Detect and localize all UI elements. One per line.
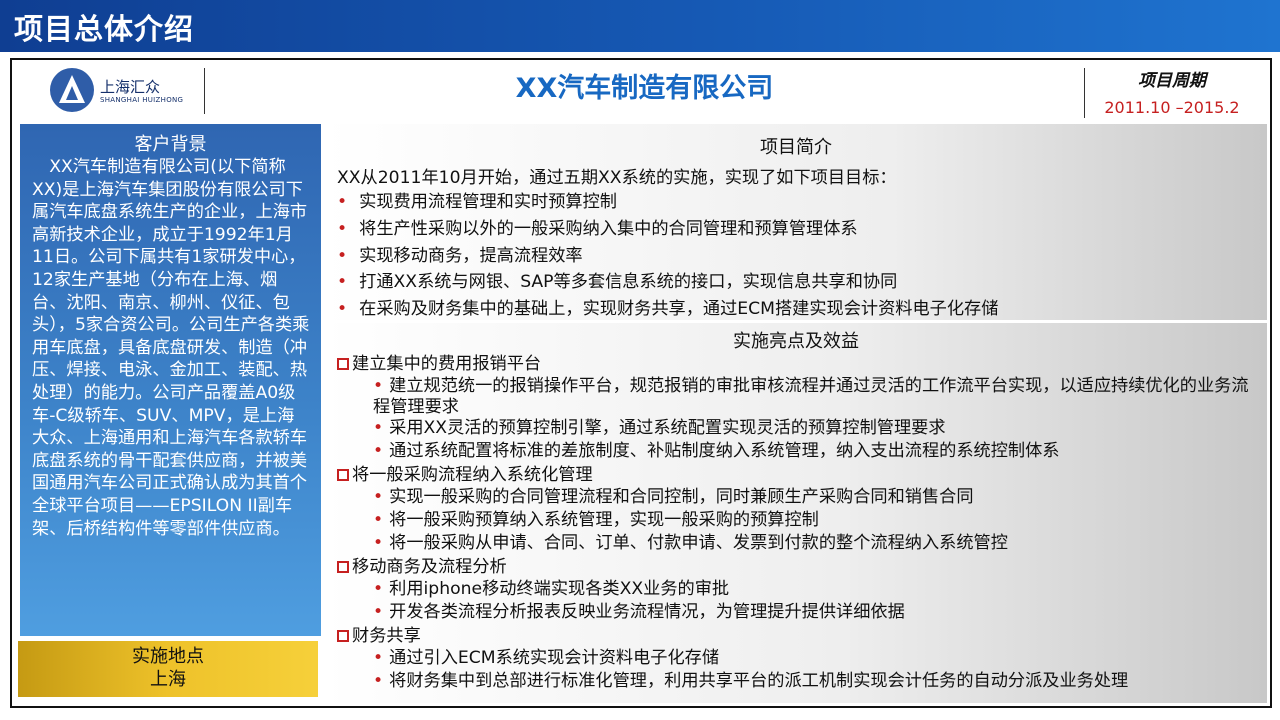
customer-background-panel: 客户背景 XX汽车制造有限公司(以下简称XX)是上海汽车集团股份有限公司下属汽车…: [20, 124, 321, 636]
logo-name-cn: 上海汇众: [100, 78, 161, 96]
list-item: • 在采购及财务集中的基础上，实现财务共享，通过ECM搭建实现会计资料电子化存储: [337, 299, 999, 320]
company-logo: 上海汇众 SHANGHAI HUIZHONG: [50, 68, 183, 114]
bullet-icon: •: [373, 418, 384, 438]
period-value: 2011.10 –2015.2: [1104, 98, 1240, 117]
list-item: • 通过系统配置将标准的差旅制度、补贴制度纳入系统管理，纳入支出流程的系统控制体系: [373, 441, 1060, 461]
company-name: XX汽车制造有限公司: [515, 73, 774, 104]
header-divider-right: [1084, 68, 1085, 118]
logo-name-en: SHANGHAI HUIZHONG: [100, 96, 184, 104]
bullet-icon: •: [373, 533, 384, 553]
period-label: 项目周期: [1138, 71, 1206, 91]
list-item: • 打通XX系统与网银、SAP等多套信息系统的接口，实现信息共享和协同: [337, 272, 898, 293]
highlight-group-title: 建立集中的费用报销平台: [325, 353, 1267, 376]
checkbox-square-icon: [337, 561, 349, 573]
intro-lead: XX从2011年10月开始，通过五期XX系统的实施，实现了如下项目目标：: [337, 168, 897, 188]
bullet-icon: •: [373, 648, 384, 668]
bullet-icon: •: [337, 299, 348, 320]
logo-emblem-icon: [50, 68, 94, 112]
bullet-icon: •: [373, 510, 384, 530]
highlight-group-title: 将一般采购流程纳入系统化管理: [325, 464, 1267, 487]
list-item: • 通过引入ECM系统实现会计资料电子化存储: [373, 648, 720, 668]
site-panel: 实施地点 上海: [18, 641, 318, 697]
list-item: • 开发各类流程分析报表反映业务流程情况，为管理提升提供详细依据: [373, 602, 905, 622]
list-item: • 采用XX灵活的预算控制引擎，通过系统配置实现灵活的预算控制管理要求: [373, 418, 946, 438]
bullet-icon: •: [373, 376, 384, 396]
intro-bullet-list: • 实现费用流程管理和实时预算控制 • 将生产性采购以外的一般采购纳入集中的合同管理…: [325, 189, 1267, 323]
project-intro-panel: 项目简介 XX从2011年10月开始，通过五期XX系统的实施，实现了如下项目目标…: [325, 124, 1267, 320]
list-item: • 建立规范统一的报销操作平台，规范报销的审批审核流程并通过灵活的工作流平台实现，…: [373, 376, 1249, 417]
intro-heading: 项目简介: [760, 137, 832, 158]
highlight-group-title: 财务共享: [325, 625, 1267, 648]
bullet-icon: •: [337, 218, 348, 239]
list-item: • 实现费用流程管理和实时预算控制: [337, 192, 617, 212]
checkbox-square-icon: [337, 630, 349, 642]
bullet-icon: •: [373, 602, 384, 622]
bullet-icon: •: [337, 272, 348, 293]
list-item: • 实现移动商务，提高流程效率: [337, 245, 583, 266]
customer-heading: 客户背景: [134, 134, 207, 155]
checkbox-square-icon: [337, 358, 349, 370]
bullet-icon: •: [337, 192, 348, 212]
list-item: • 实现一般采购的合同管理流程和合同控制，同时兼顾生产采购合同和销售合同: [373, 487, 974, 507]
list-item: • 利用iphone移动终端实现各类XX业务的审批: [373, 579, 730, 599]
highlights-panel: 实施亮点及效益 建立集中的费用报销平台 • 建立规范统一的报销操作平台，规范报销的…: [325, 323, 1267, 703]
bullet-icon: •: [373, 487, 384, 507]
list-item: • 将一般采购从申请、合同、订单、付款申请、发票到付款的整个流程纳入系统管控: [373, 533, 1008, 553]
highlights-heading: 实施亮点及效益: [733, 331, 859, 352]
list-item: • 将生产性采购以外的一般采购纳入集中的合同管理和预算管理体系: [337, 218, 858, 239]
bullet-icon: •: [373, 579, 384, 599]
title-bar: 项目总体介绍: [0, 0, 1280, 52]
site-label: 实施地点: [132, 646, 204, 667]
site-value: 上海: [150, 669, 186, 690]
slide-title: 项目总体介绍: [14, 12, 195, 46]
highlight-group-title: 移动商务及流程分析: [325, 556, 1267, 579]
bullet-icon: •: [373, 671, 384, 691]
bullet-icon: •: [373, 441, 384, 461]
customer-description: XX汽车制造有限公司(以下简称XX)是上海汽车集团股份有限公司下属汽车底盘系统生…: [32, 157, 310, 539]
list-item: • 将一般采购预算纳入系统管理，实现一般采购的预算控制: [373, 510, 819, 530]
bullet-icon: •: [337, 245, 348, 266]
list-item: • 将财务集中到总部进行标准化管理，利用共享平台的派工机制实现会计任务的自动分派及…: [373, 671, 1129, 691]
checkbox-square-icon: [337, 469, 349, 481]
